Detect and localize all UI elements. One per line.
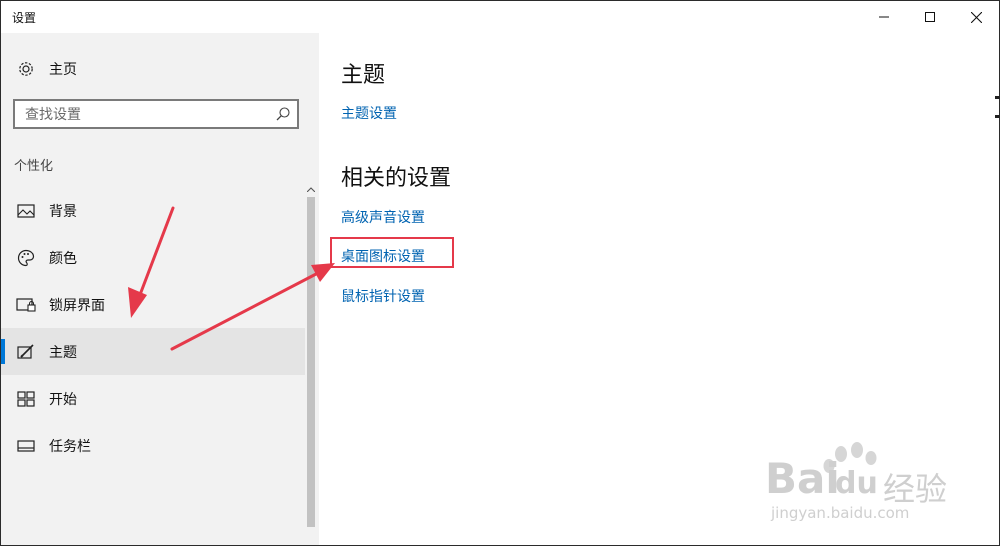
sidebar-item-lock-screen[interactable]: 锁屏界面 <box>1 281 305 328</box>
annotation-highlight-box <box>330 237 454 268</box>
start-icon <box>16 389 36 409</box>
sidebar-item-start[interactable]: 开始 <box>1 375 305 422</box>
title-bar: 设置 <box>1 1 999 33</box>
minimize-icon <box>879 16 889 18</box>
sidebar-item-taskbar[interactable]: 任务栏 <box>1 422 305 469</box>
search-input[interactable] <box>23 104 267 126</box>
watermark-url: jingyan.baidu.com <box>771 504 910 522</box>
nav-home[interactable]: 主页 <box>1 53 305 85</box>
scroll-thumb[interactable] <box>307 197 315 527</box>
sidebar-scrollbar[interactable] <box>305 183 317 528</box>
sidebar-item-label: 背景 <box>49 203 77 220</box>
watermark-brand: Bai <box>765 454 840 503</box>
close-icon <box>970 11 982 23</box>
page-title: 主题 <box>341 63 386 88</box>
lock-screen-icon <box>16 295 36 315</box>
window-edge-marker <box>995 96 1000 118</box>
close-button[interactable] <box>953 1 999 33</box>
sidebar-item-label: 开始 <box>49 391 77 408</box>
watermark-brand-suffix: du <box>835 466 878 501</box>
sidebar: 主页 个性化 背景 颜色 锁屏界面 <box>1 33 319 545</box>
sidebar-item-colors[interactable]: 颜色 <box>1 234 305 281</box>
search-icon[interactable] <box>275 106 291 122</box>
sidebar-item-theme[interactable]: 主题 <box>1 328 305 375</box>
maximize-button[interactable] <box>907 1 953 33</box>
sidebar-item-label: 任务栏 <box>49 438 91 455</box>
sidebar-item-label: 主题 <box>49 344 77 361</box>
selection-indicator <box>1 339 5 364</box>
sidebar-item-label: 颜色 <box>49 250 77 267</box>
theme-icon <box>16 342 36 362</box>
advanced-sound-settings-link[interactable]: 高级声音设置 <box>341 207 425 227</box>
palette-icon <box>16 248 36 268</box>
gear-icon <box>16 59 36 79</box>
baidu-watermark: Bai du 经验 jingyan.baidu.com <box>765 440 965 530</box>
search-box[interactable] <box>13 99 299 129</box>
sidebar-item-label: 锁屏界面 <box>49 297 105 314</box>
related-settings-heading: 相关的设置 <box>341 166 452 191</box>
sidebar-item-background[interactable]: 背景 <box>1 187 305 234</box>
nav-home-label: 主页 <box>49 62 77 78</box>
minimize-button[interactable] <box>861 1 907 33</box>
scroll-up-arrow-icon[interactable] <box>305 183 317 195</box>
picture-icon <box>16 201 36 221</box>
window-title: 设置 <box>12 11 37 25</box>
taskbar-icon <box>16 436 36 456</box>
mouse-pointer-settings-link[interactable]: 鼠标指针设置 <box>341 286 425 306</box>
section-label-personalization: 个性化 <box>14 159 54 174</box>
theme-settings-link[interactable]: 主题设置 <box>341 103 397 123</box>
maximize-icon <box>925 12 935 22</box>
